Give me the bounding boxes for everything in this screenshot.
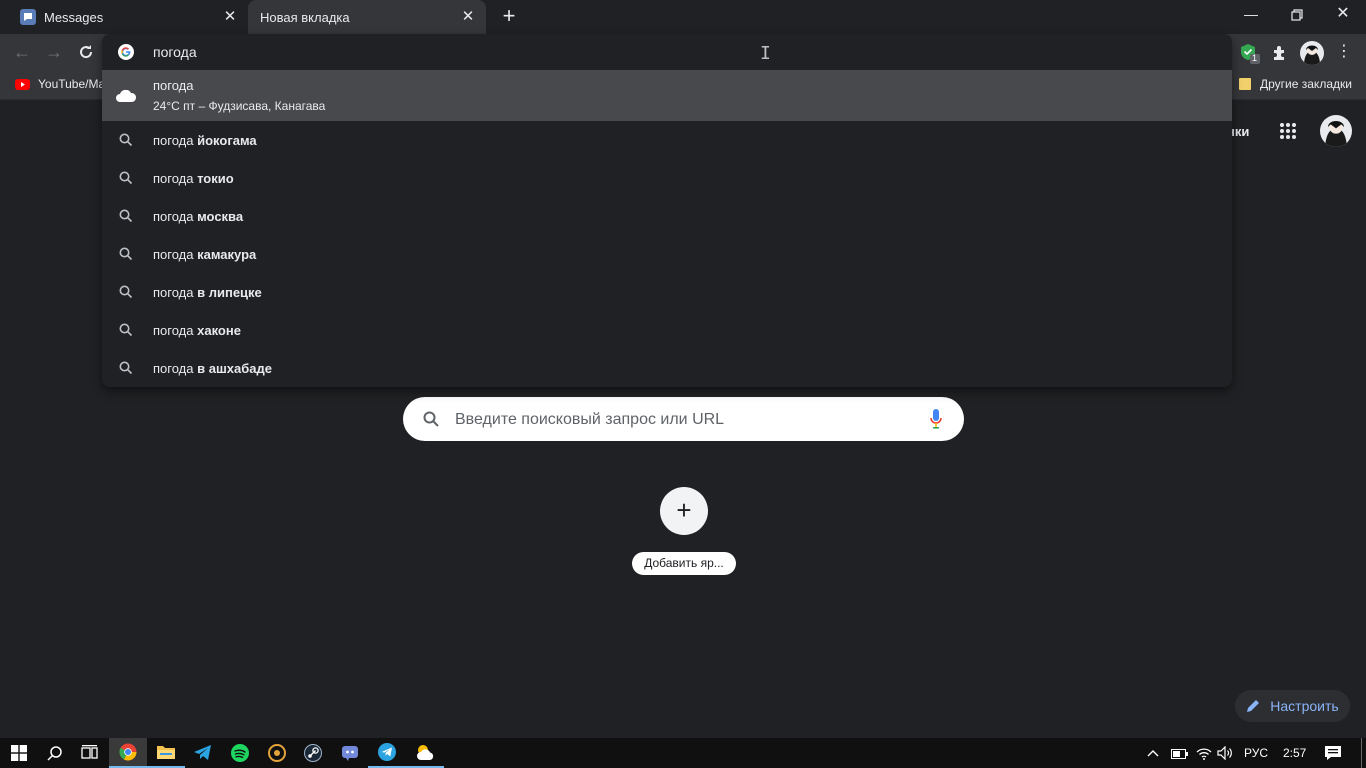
search-placeholder: Введите поисковый запрос или URL [455,411,725,428]
extension-badge: 1 [1252,53,1258,63]
suggestion-text: погода хаконе [153,323,241,338]
menu-kebab-icon[interactable]: ⋮ [1336,43,1352,63]
youtube-icon [15,78,30,90]
windows-taskbar: РУС 2:57 [0,738,1366,768]
weather-app-icon[interactable] [406,738,444,768]
pencil-icon [1247,700,1260,712]
steam-icon[interactable] [294,738,332,768]
omnibox-input[interactable]: погода I [102,34,1232,70]
close-window-icon[interactable]: ✕ [1320,0,1366,30]
spotify-icon[interactable] [221,738,259,768]
add-shortcut-label[interactable]: Добавить яр... [632,552,736,575]
shield-extension-icon[interactable]: 1 [1239,42,1261,64]
suggestion-text: погода москва [153,209,244,224]
suggestion-item[interactable]: погода хаконе [102,311,1232,349]
tab-messages[interactable]: Messages ✕ [8,0,248,34]
customize-button[interactable]: Настроить [1235,690,1350,722]
suggestion-item[interactable]: погода в липецке [102,273,1232,311]
back-arrow-icon[interactable]: ← [10,40,34,64]
text-cursor-icon: I [760,43,771,64]
profile-avatar[interactable] [1300,41,1324,65]
restore-icon[interactable] [1274,0,1320,30]
folder-icon [1239,78,1251,90]
apps-grid-icon[interactable] [1279,122,1297,140]
messages-favicon-icon [20,9,36,25]
search-icon [119,323,133,337]
suggestion-item[interactable]: погода камакура [102,235,1232,273]
search-icon [119,133,133,147]
discord-icon[interactable] [331,738,369,768]
bookmark-label: YouTube/Ma [38,77,106,91]
media-player-icon[interactable] [258,738,296,768]
weather-title: погода [153,78,194,93]
volume-icon[interactable] [1217,745,1233,761]
search-icon [119,171,133,185]
weather-suggestion[interactable]: погода 24°C пт – Фудзисава, Канагава [102,70,1232,121]
suggestion-item[interactable]: погода москва [102,197,1232,235]
task-view-icon[interactable] [71,738,109,768]
weather-details: 24°C пт – Фудзисава, Канагава [153,99,326,113]
search-icon[interactable] [36,738,74,768]
chevron-up-icon[interactable] [1146,746,1160,760]
battery-icon[interactable] [1171,747,1189,759]
suggestion-item[interactable]: погода йокогама [102,121,1232,159]
account-avatar[interactable] [1320,115,1352,147]
new-tab-plus-icon[interactable]: + [498,5,520,28]
wifi-icon[interactable] [1196,746,1212,760]
reload-icon[interactable] [74,40,98,64]
search-icon [423,411,439,427]
notifications-icon[interactable] [1324,745,1342,761]
telegram-icon[interactable] [184,738,222,768]
chrome-taskbar-icon[interactable] [109,738,147,768]
telegram-desktop-icon[interactable] [368,738,406,768]
bookmark-youtube[interactable]: YouTube/Ma [15,77,105,91]
search-icon [119,209,133,223]
suggestion-text: погода йокогама [153,133,257,148]
tab-title: Новая вкладка [260,9,350,25]
suggestion-text: погода в липецке [153,285,262,300]
suggestion-text: погода камакура [153,247,257,262]
tab-title: Messages [44,9,104,25]
microphone-icon[interactable] [930,409,942,429]
close-icon[interactable]: ✕ [222,9,238,25]
suggestion-item[interactable]: погода в ашхабаде [102,349,1232,387]
customize-label: Настроить [1270,698,1339,714]
add-shortcut-button[interactable]: + [660,487,708,535]
suggestion-item[interactable]: погода токио [102,159,1232,197]
windows-start-icon[interactable] [0,738,38,768]
omnibox-dropdown: погода I погода 24°C пт – Фудзисава, Кан… [102,34,1232,387]
puzzle-extensions-icon[interactable] [1271,44,1289,62]
cloud-icon [116,89,137,102]
omnibox-query[interactable]: погода [153,44,197,60]
google-g-icon [118,44,134,60]
search-icon [119,285,133,299]
suggestion-text: погода токио [153,171,234,186]
show-desktop-button[interactable] [1361,738,1366,768]
tab-strip: Messages ✕ Новая вкладка ✕ + — ✕ [0,0,1366,34]
suggestion-text: погода в ашхабаде [153,361,272,376]
search-icon [119,361,133,375]
minimize-icon[interactable]: — [1228,0,1274,30]
close-icon[interactable]: ✕ [460,9,476,25]
bookmark-label: Другие закладки [1260,77,1352,91]
bookmark-other-folder[interactable]: Другие закладки [1238,77,1352,91]
search-icon [119,247,133,261]
forward-arrow-icon[interactable]: → [42,40,66,64]
ntp-search-box[interactable]: Введите поисковый запрос или URL [403,397,964,441]
language-indicator[interactable]: РУС [1244,746,1268,760]
tab-new-tab[interactable]: Новая вкладка ✕ [248,0,486,34]
clock-time[interactable]: 2:57 [1283,746,1306,760]
file-explorer-icon[interactable] [147,738,185,768]
